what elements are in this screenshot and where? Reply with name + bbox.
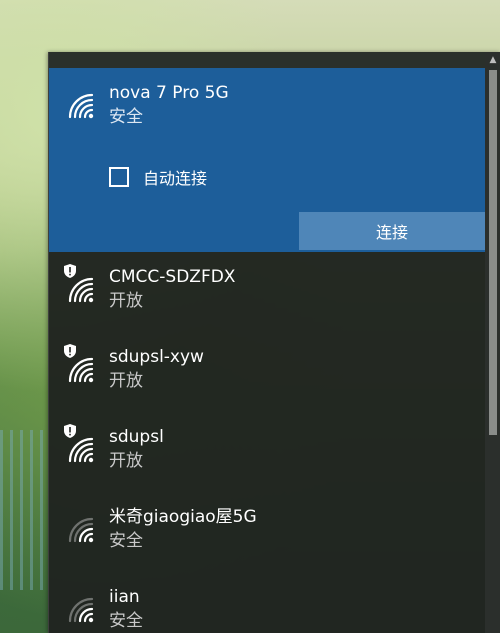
auto-connect-label: 自动连接 bbox=[143, 169, 208, 188]
wifi-weak-signal-icon bbox=[65, 594, 95, 624]
network-security-status: 安全 bbox=[109, 531, 143, 551]
network-ssid: CMCC-SDZFDX bbox=[109, 267, 236, 287]
connect-button[interactable]: 连接 bbox=[299, 212, 485, 250]
wifi-icon bbox=[65, 90, 95, 120]
scrollbar-thumb[interactable] bbox=[489, 70, 497, 435]
network-security-status: 开放 bbox=[109, 291, 143, 311]
network-item[interactable]: sdupsl-xyw 开放 bbox=[49, 332, 485, 412]
network-item[interactable]: sdupsl 开放 bbox=[49, 412, 485, 492]
wifi-network-flyout: nova 7 Pro 5G 安全 自动连接 连接 CMCC-SDZFDX 开放 … bbox=[48, 52, 500, 633]
wallpaper-detail bbox=[0, 430, 50, 590]
auto-connect-checkbox[interactable] bbox=[109, 167, 129, 187]
network-ssid: sdupsl-xyw bbox=[109, 347, 204, 367]
wifi-weak-signal-icon bbox=[65, 514, 95, 544]
network-item[interactable]: CMCC-SDZFDX 开放 bbox=[49, 252, 485, 332]
network-security-status: 安全 bbox=[109, 611, 143, 631]
network-security-status: 开放 bbox=[109, 451, 143, 471]
wifi-icon bbox=[65, 354, 95, 384]
auto-connect-option[interactable]: 自动连接 bbox=[109, 164, 207, 190]
network-item[interactable]: iian 安全 bbox=[49, 572, 485, 633]
network-ssid: sdupsl bbox=[109, 427, 164, 447]
network-item[interactable]: 米奇giaogiao屋5G 安全 bbox=[49, 492, 485, 572]
flyout-top-edge bbox=[49, 52, 500, 68]
network-security-status: 开放 bbox=[109, 371, 143, 391]
network-ssid: 米奇giaogiao屋5G bbox=[109, 507, 257, 527]
desktop: nova 7 Pro 5G 安全 自动连接 连接 CMCC-SDZFDX 开放 … bbox=[0, 0, 500, 633]
wifi-icon bbox=[65, 274, 95, 304]
scrollbar[interactable]: ▲ bbox=[485, 52, 500, 633]
network-ssid: nova 7 Pro 5G bbox=[109, 83, 229, 103]
network-security-status: 安全 bbox=[109, 107, 143, 127]
wifi-icon bbox=[65, 434, 95, 464]
network-ssid: iian bbox=[109, 587, 140, 607]
network-item-selected[interactable]: nova 7 Pro 5G 安全 自动连接 连接 bbox=[49, 68, 485, 252]
scroll-up-arrow-icon[interactable]: ▲ bbox=[485, 52, 500, 68]
